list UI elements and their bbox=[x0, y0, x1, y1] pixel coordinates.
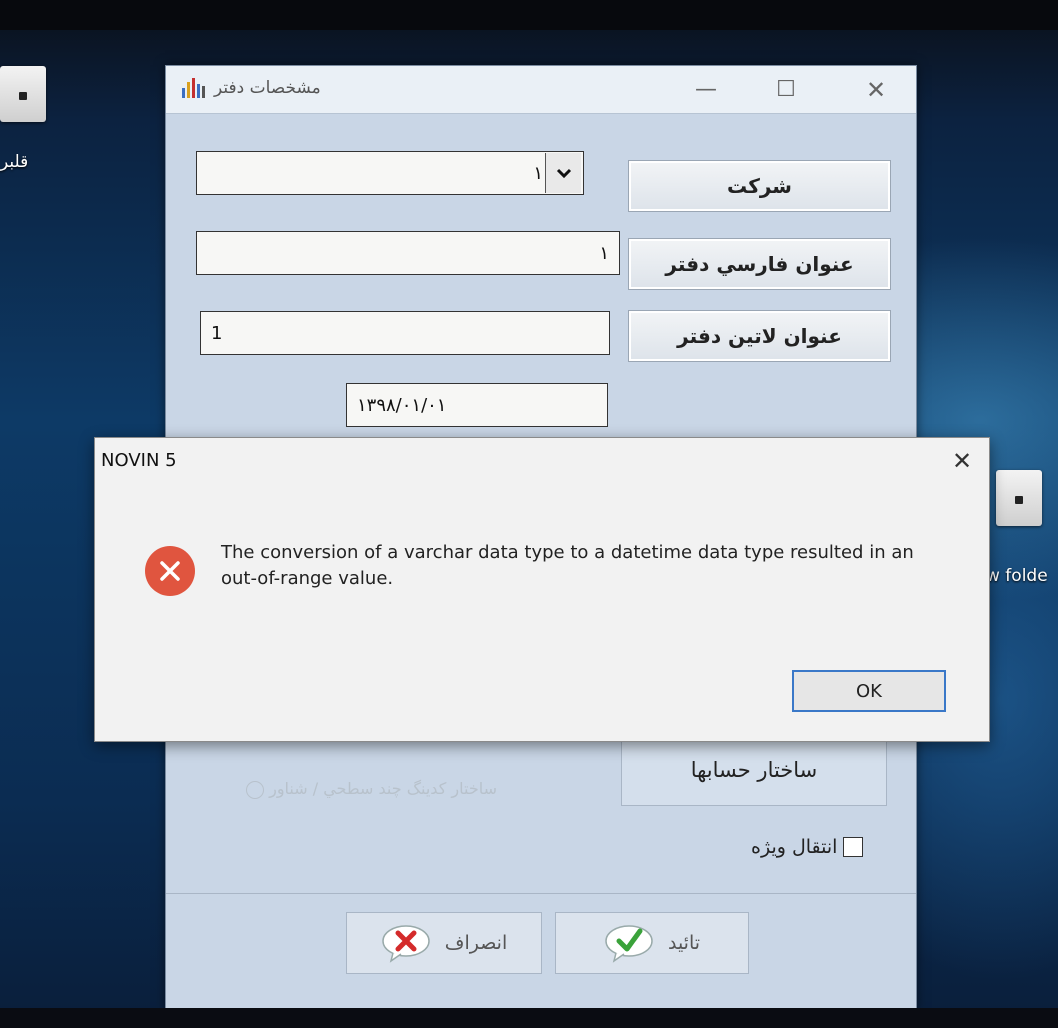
error-message: The conversion of a varchar data type to… bbox=[221, 542, 914, 589]
window-title: مشخصات دفتر bbox=[214, 78, 321, 98]
dropdown-arrow-icon[interactable] bbox=[545, 153, 581, 193]
confirm-button-label: تائيد bbox=[667, 932, 701, 954]
desktop-icon-label-left: قلبر bbox=[0, 152, 29, 172]
special-transfer-label: انتقال ويژه bbox=[751, 836, 838, 858]
radio-circle-icon[interactable] bbox=[246, 780, 264, 799]
window-titlebar[interactable]: مشخصات دفتر — ☐ ✕ bbox=[166, 66, 916, 114]
maximize-button[interactable]: ☐ bbox=[766, 74, 806, 106]
company-select[interactable]: ١ bbox=[196, 151, 584, 195]
desktop-folder-icon-left[interactable] bbox=[0, 66, 46, 122]
cancel-button[interactable]: انصراف bbox=[346, 912, 542, 974]
close-button[interactable]: ✕ bbox=[856, 74, 896, 106]
radio-option-floating[interactable]: ساختار كدينگ چند سطحي / شناور bbox=[246, 779, 497, 799]
confirm-button[interactable]: تائيد bbox=[555, 912, 749, 974]
confirm-check-icon bbox=[605, 925, 653, 963]
persian-title-input[interactable]: ١ bbox=[196, 231, 620, 275]
latin-title-input[interactable]: 1 bbox=[200, 311, 610, 355]
cancel-x-icon bbox=[382, 925, 430, 963]
persian-title-label: عنوان فارسي دفتر bbox=[628, 238, 891, 290]
error-icon bbox=[145, 546, 195, 596]
error-close-button[interactable]: ✕ bbox=[945, 446, 979, 476]
error-dialog-title: NOVIN 5 bbox=[101, 450, 177, 471]
desktop-icon-label-right: w folde bbox=[986, 566, 1048, 586]
special-transfer-row[interactable]: انتقال ويژه bbox=[751, 836, 864, 858]
app-logo-icon bbox=[182, 78, 205, 98]
footer-divider bbox=[166, 893, 916, 894]
special-transfer-checkbox[interactable] bbox=[843, 837, 864, 857]
account-structure-button[interactable]: ساختار حسابها bbox=[621, 734, 887, 806]
desktop-folder-icon-right[interactable] bbox=[996, 470, 1042, 526]
latin-title-label: عنوان لاتين دفتر bbox=[628, 310, 891, 362]
error-dialog: NOVIN 5 ✕ The conversion of a varchar da… bbox=[94, 437, 990, 742]
radio-option-floating-label: ساختار كدينگ چند سطحي / شناور bbox=[269, 779, 498, 798]
company-select-value: ١ bbox=[533, 162, 543, 184]
cancel-button-label: انصراف bbox=[444, 932, 508, 954]
screen-bottom-edge bbox=[0, 1008, 1058, 1028]
date-input[interactable]: ١٣٩٨/٠١/٠١ bbox=[346, 383, 608, 427]
ok-button[interactable]: OK bbox=[792, 670, 946, 712]
minimize-button[interactable]: — bbox=[686, 74, 726, 106]
screen-top-edge bbox=[0, 0, 1058, 30]
company-label: شركت bbox=[628, 160, 891, 212]
